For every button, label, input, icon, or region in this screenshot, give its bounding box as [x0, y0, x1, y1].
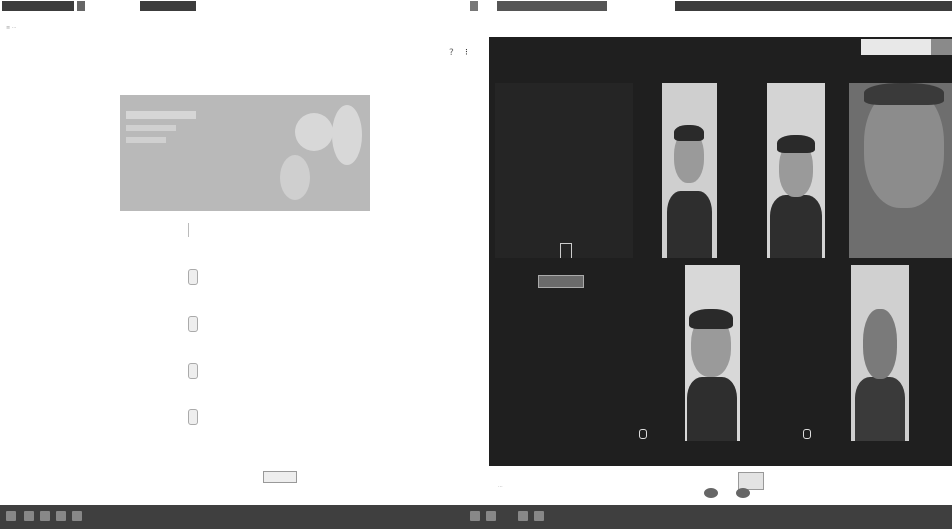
- mic-muted-icon: [803, 429, 811, 439]
- classroom-pane: ≡ ⋯ ? ⁝: [0, 13, 476, 505]
- taskview-icon[interactable]: [40, 511, 50, 521]
- mic-muted-icon: [639, 429, 647, 439]
- banner-illustration-figure-2: [280, 155, 310, 200]
- tab-icon[interactable]: [77, 1, 85, 11]
- mic-button-icon[interactable]: [704, 488, 718, 498]
- window-tab-2[interactable]: [140, 1, 196, 11]
- top-title-strip: [0, 0, 952, 13]
- app-icon[interactable]: [534, 511, 544, 521]
- footer-button[interactable]: [263, 471, 297, 483]
- app-icon[interactable]: [72, 511, 82, 521]
- menu-icon[interactable]: ≡ ⋯: [6, 25, 17, 31]
- class-section-bar: [126, 137, 166, 143]
- tab-close-icon[interactable]: [470, 1, 478, 11]
- class-title-bar: [126, 111, 196, 119]
- banner-illustration-icon: [295, 113, 333, 151]
- taskbar: [0, 505, 952, 529]
- banner-illustration-figure: [332, 105, 362, 165]
- class-subtitle-bar: [126, 125, 176, 131]
- self-preview-thumbnail[interactable]: [931, 39, 952, 55]
- assignment-icon: [188, 409, 198, 425]
- search-icon[interactable]: [24, 511, 34, 521]
- participant-tile[interactable]: [849, 83, 952, 258]
- top-controls[interactable]: [861, 39, 931, 55]
- assignment-icon: [188, 363, 198, 379]
- meet-titlebar: [675, 1, 952, 11]
- start-icon[interactable]: [6, 511, 16, 521]
- app-icon[interactable]: [518, 511, 528, 521]
- meet-tab[interactable]: [497, 1, 607, 11]
- present-screen-icon: [560, 243, 572, 258]
- window-tab-left[interactable]: [2, 1, 74, 11]
- participant-tile[interactable]: [685, 265, 740, 441]
- app-icon[interactable]: [56, 511, 66, 521]
- assignment-icon: [188, 316, 198, 332]
- meet-video-grid: [489, 37, 952, 466]
- share-icon[interactable]: [188, 223, 193, 237]
- meeting-details-label[interactable]: ⋯: [498, 484, 503, 490]
- participant-tile[interactable]: [851, 265, 909, 441]
- camera-button-icon[interactable]: [736, 488, 750, 498]
- app-icon[interactable]: [486, 511, 496, 521]
- stop-presenting-button[interactable]: [538, 275, 584, 288]
- help-icon[interactable]: ?: [449, 48, 454, 58]
- assignment-icon: [188, 269, 198, 285]
- apps-icon[interactable]: ⁝: [465, 48, 468, 58]
- app-icon[interactable]: [470, 511, 480, 521]
- class-banner: [120, 95, 370, 211]
- participant-tile[interactable]: [662, 83, 717, 258]
- presentation-tile: [495, 83, 633, 258]
- participant-tile[interactable]: [767, 83, 825, 258]
